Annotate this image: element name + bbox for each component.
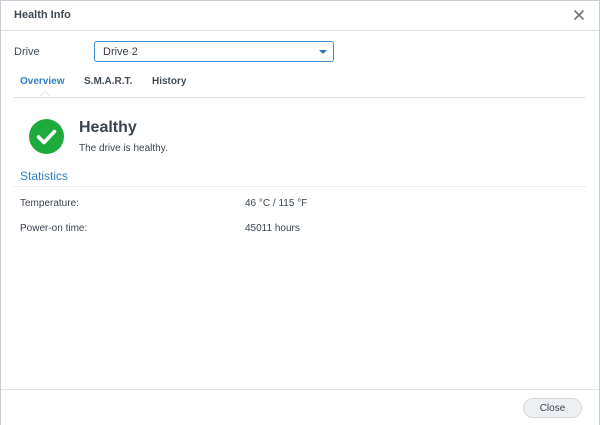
drive-select[interactable]: Drive 2 xyxy=(94,41,334,62)
close-button[interactable]: Close xyxy=(523,398,582,418)
drive-label: Drive xyxy=(14,46,40,58)
section-divider xyxy=(14,186,585,187)
tab-bar: Overview S.M.A.R.T. History xyxy=(14,71,585,98)
tab-history[interactable]: History xyxy=(152,76,186,87)
dialog-footer: Close xyxy=(1,389,599,425)
temperature-label: Temperature: xyxy=(20,198,79,209)
active-tab-indicator xyxy=(40,91,50,96)
health-info-dialog: Health Info Drive Drive 2 Overview S.M.A… xyxy=(0,0,600,425)
close-icon[interactable] xyxy=(571,7,587,23)
power-on-time-value: 45011 hours xyxy=(245,223,300,234)
health-status-title: Healthy xyxy=(79,119,137,136)
title-bar: Health Info xyxy=(1,1,599,31)
chevron-down-icon xyxy=(319,50,327,54)
statistics-heading: Statistics xyxy=(20,169,69,183)
power-on-time-label: Power-on time: xyxy=(20,223,88,234)
health-status-description: The drive is healthy. xyxy=(79,143,168,154)
tab-smart[interactable]: S.M.A.R.T. xyxy=(84,76,132,87)
check-circle-icon xyxy=(29,119,64,154)
drive-select-value: Drive 2 xyxy=(103,46,138,58)
temperature-value: 46 °C / 115 °F xyxy=(245,198,308,209)
tab-overview[interactable]: Overview xyxy=(20,76,64,87)
dialog-title: Health Info xyxy=(14,9,71,21)
